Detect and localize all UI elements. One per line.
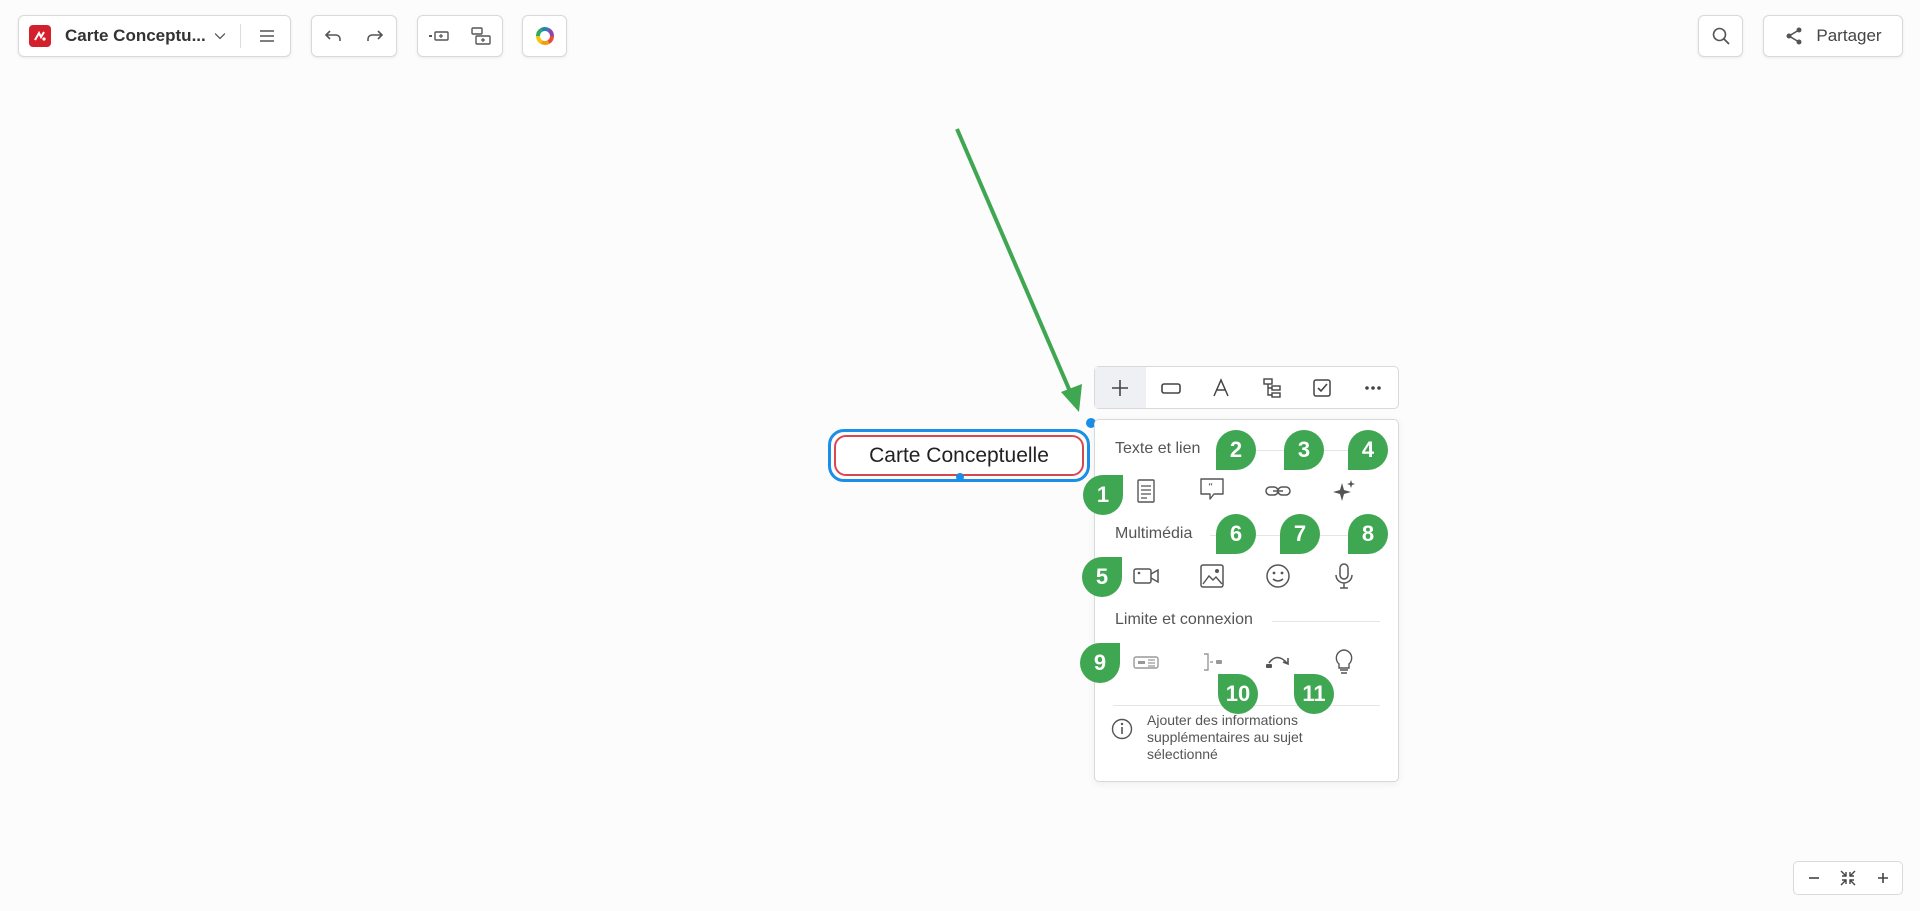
search-icon [1701, 16, 1741, 56]
fit-to-screen-icon[interactable] [1833, 863, 1863, 893]
divider [239, 24, 241, 48]
more-icon[interactable] [1348, 367, 1399, 408]
info-text: Ajouter des informations supplémentaires… [1147, 712, 1303, 762]
chevron-down-icon[interactable] [206, 16, 234, 56]
zoom-in-icon[interactable] [1868, 863, 1898, 893]
info-icon [1111, 718, 1133, 740]
annotation-badge-7: 7 [1280, 514, 1320, 554]
annotation-badge-10: 10 [1218, 674, 1258, 714]
ai-sparkle-icon[interactable] [1327, 474, 1361, 508]
annotation-badge-2: 2 [1216, 430, 1256, 470]
section-title-boundary: Limite et connexion [1115, 611, 1253, 628]
file-toolbar: Carte Conceptu... [18, 15, 291, 57]
share-icon [1784, 26, 1804, 46]
insert-toolbar [417, 15, 503, 57]
svg-text:“: “ [1208, 482, 1213, 493]
insert-subtopic-icon[interactable] [461, 16, 501, 56]
relationship-icon[interactable] [1261, 645, 1295, 679]
menu-icon[interactable] [247, 16, 287, 56]
redo-icon[interactable] [355, 16, 395, 56]
share-button[interactable]: Partager [1763, 15, 1903, 57]
video-icon[interactable] [1129, 559, 1163, 593]
app-logo-icon[interactable] [29, 25, 51, 47]
emoji-icon[interactable] [1261, 559, 1295, 593]
annotation-badge-11: 11 [1294, 674, 1334, 714]
file-title[interactable]: Carte Conceptu... [65, 26, 206, 46]
link-icon[interactable] [1261, 474, 1295, 508]
text-format-icon[interactable] [1196, 367, 1247, 408]
section-title-text-link: Texte et lien [1115, 440, 1201, 457]
share-label: Partager [1816, 26, 1882, 45]
info-row: Ajouter des informations supplémentaires… [1111, 712, 1317, 763]
note-icon[interactable] [1129, 474, 1163, 508]
callout-icon[interactable] [1129, 645, 1163, 679]
insert-element-panel: Texte et lien “ Multimédia Limite et con… [1094, 419, 1399, 782]
image-icon[interactable] [1195, 559, 1229, 593]
annotation-badge-5: 5 [1082, 557, 1122, 597]
zoom-controls [1793, 861, 1903, 895]
divider [1272, 621, 1380, 622]
annotation-badge-4: 4 [1348, 430, 1388, 470]
annotation-badge-3: 3 [1284, 430, 1324, 470]
theme-toolbar [522, 15, 567, 57]
color-wheel-icon[interactable] [525, 16, 565, 56]
structure-icon[interactable] [1247, 367, 1298, 408]
annotation-badge-8: 8 [1348, 514, 1388, 554]
zoom-out-icon[interactable] [1799, 863, 1829, 893]
topic-context-toolbar [1094, 366, 1399, 409]
add-element-icon[interactable] [1095, 367, 1146, 408]
history-toolbar [311, 15, 397, 57]
annotation-badge-1: 1 [1083, 475, 1123, 515]
insert-topic-icon[interactable] [419, 16, 459, 56]
shape-icon[interactable] [1146, 367, 1197, 408]
task-checkbox-icon[interactable] [1297, 367, 1348, 408]
search-button[interactable] [1698, 15, 1743, 57]
annotation-badge-9: 9 [1080, 643, 1120, 683]
lightbulb-icon[interactable] [1327, 645, 1361, 679]
comment-icon[interactable]: “ [1195, 472, 1229, 506]
undo-icon[interactable] [313, 16, 353, 56]
selection-handle[interactable] [956, 473, 964, 481]
section-title-multimedia: Multimédia [1115, 525, 1193, 542]
central-topic[interactable]: Carte Conceptuelle [834, 435, 1084, 476]
microphone-icon[interactable] [1327, 559, 1361, 593]
annotation-badge-6: 6 [1216, 514, 1256, 554]
